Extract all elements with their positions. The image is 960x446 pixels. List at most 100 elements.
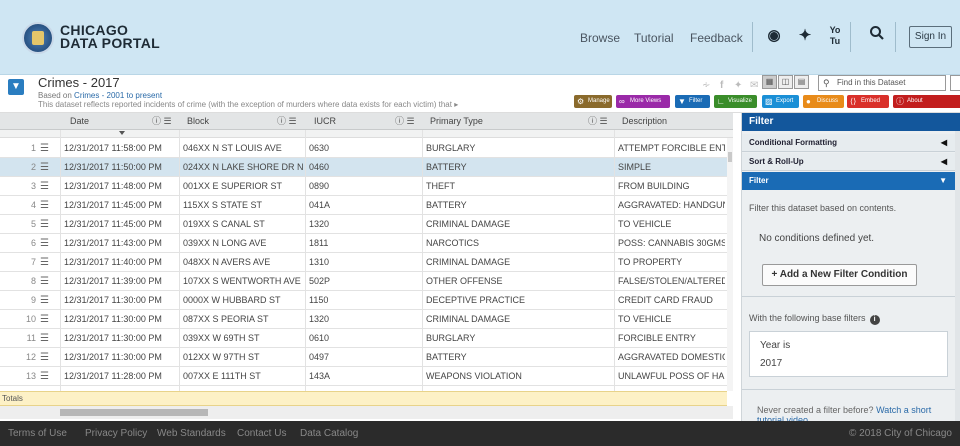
cell-desc[interactable]: CREDIT CARD FRAUD [618, 291, 725, 310]
city-seal-logo[interactable] [22, 22, 54, 54]
row-menu-icon[interactable]: ☰ [40, 196, 49, 215]
cell-type[interactable]: WEAPONS VIOLATION [426, 367, 611, 386]
cell-desc[interactable]: TO VEHICLE [618, 215, 725, 234]
cell-iucr[interactable]: 502P [309, 272, 419, 291]
cell-desc[interactable]: ATTEMPT FORCIBLE ENTRY [618, 139, 725, 158]
about-button[interactable]: ⓘ About [893, 95, 960, 108]
cell-desc[interactable]: AGGRAVATED DOMESTIC BATTERY [618, 348, 725, 367]
add-filter-condition-button[interactable]: + Add a New Filter Condition [762, 264, 917, 286]
cell-block[interactable]: 039XX W 69TH ST [183, 329, 303, 348]
cell-block[interactable]: 046XX N ST LOUIS AVE [183, 139, 303, 158]
manage-button[interactable]: ⚙ Manage [574, 95, 612, 108]
row-menu-icon[interactable]: ☰ [40, 215, 49, 234]
cell-date[interactable]: 12/31/2017 11:45:00 PM [64, 215, 176, 234]
cell-desc[interactable]: UNLAWFUL POSS OF HANDGUN [618, 367, 725, 386]
cell-block[interactable]: 039XX N LONG AVE [183, 234, 303, 253]
table-row[interactable]: 10 ☰ 12/31/2017 11:30:00 PM 087XX S PEORIA … [0, 310, 727, 329]
column-header-date[interactable]: Date [70, 113, 89, 130]
grid-horizontal-scrollbar[interactable] [0, 406, 733, 419]
split-view-icon[interactable]: ◫ [778, 75, 793, 89]
table-row[interactable]: 9 ☰ 12/31/2017 11:30:00 PM 0000X W HUBBARD … [0, 291, 727, 310]
cell-date[interactable]: 12/31/2017 11:48:00 PM [64, 177, 176, 196]
cell-desc[interactable]: SIMPLE [618, 158, 725, 177]
accordion-filter[interactable]: Filter ▼ [742, 172, 955, 190]
table-row[interactable]: 4 ☰ 12/31/2017 11:45:00 PM 115XX S STATE ST… [0, 196, 727, 215]
cell-iucr[interactable]: 1811 [309, 234, 419, 253]
row-menu-icon[interactable]: ☰ [40, 234, 49, 253]
grid-hscroll-thumb[interactable] [60, 409, 208, 416]
cell-date[interactable]: 12/31/2017 11:39:00 PM [64, 272, 176, 291]
cell-iucr[interactable]: 0610 [309, 329, 419, 348]
cell-iucr[interactable]: 041A [309, 196, 419, 215]
panel-scrollbar[interactable] [955, 131, 960, 421]
sign-in-button[interactable]: Sign In [909, 26, 952, 48]
cell-block[interactable]: 001XX E SUPERIOR ST [183, 177, 303, 196]
cell-iucr[interactable]: 0890 [309, 177, 419, 196]
cell-block[interactable]: 024XX N LAKE SHORE DR NB [183, 158, 303, 177]
filter-icon[interactable]: ▼ [8, 79, 24, 95]
cell-date[interactable]: 12/31/2017 11:30:00 PM [64, 348, 176, 367]
nav-feedback[interactable]: Feedback [690, 31, 743, 45]
cell-block[interactable]: 107XX S WENTWORTH AVE [183, 272, 303, 291]
cell-iucr[interactable]: 143A [309, 367, 419, 386]
row-menu-icon[interactable]: ☰ [40, 310, 49, 329]
sort-desc-icon[interactable] [119, 131, 125, 135]
cell-type[interactable]: BURGLARY [426, 139, 611, 158]
cell-block[interactable]: 087XX S PEORIA ST [183, 310, 303, 329]
cell-block[interactable]: 115XX S STATE ST [183, 196, 303, 215]
cell-type[interactable]: BATTERY [426, 196, 611, 215]
row-menu-icon[interactable]: ☰ [40, 329, 49, 348]
grid-vertical-scrollbar[interactable] [727, 138, 733, 391]
column-header-description[interactable]: Description [622, 113, 667, 130]
cell-block[interactable]: 012XX W 97TH ST [183, 348, 303, 367]
visualize-button[interactable]: ∟ Visualize [714, 95, 757, 108]
more-views-button[interactable]: ∞ More Views [616, 95, 670, 108]
column-header-iucr[interactable]: IUCR [314, 113, 336, 130]
row-menu-icon[interactable]: ☰ [40, 291, 49, 310]
table-row[interactable]: 5 ☰ 12/31/2017 11:45:00 PM 019XX S CANAL ST… [0, 215, 727, 234]
table-row[interactable]: 12 ☰ 12/31/2017 11:30:00 PM 012XX W 97TH ST… [0, 348, 727, 367]
cell-type[interactable]: BATTERY [426, 348, 611, 367]
cell-iucr[interactable]: 0460 [309, 158, 419, 177]
footer-link-contact[interactable]: Contact Us [237, 421, 286, 446]
cell-desc[interactable]: TO PROPERTY [618, 253, 725, 272]
cell-date[interactable]: 12/31/2017 11:43:00 PM [64, 234, 176, 253]
email-icon[interactable]: ✉ [750, 80, 758, 91]
row-menu-icon[interactable]: ☰ [40, 177, 49, 196]
page-view-icon[interactable]: ▤ [794, 75, 809, 89]
accordion-sort-rollup[interactable]: Sort & Roll-Up ◀ [742, 153, 955, 171]
export-button[interactable]: ▨ Export [762, 95, 799, 108]
footer-link-web-standards[interactable]: Web Standards [157, 421, 226, 446]
cell-type[interactable]: OTHER OFFENSE [426, 272, 611, 291]
row-menu-icon[interactable]: ☰ [40, 272, 49, 291]
facebook-icon[interactable]: f [720, 80, 723, 91]
nav-browse[interactable]: Browse [580, 31, 620, 45]
cell-desc[interactable]: AGGRAVATED: HANDGUN [618, 196, 725, 215]
row-menu-icon[interactable]: ☰ [40, 139, 49, 158]
cell-type[interactable]: CRIMINAL DAMAGE [426, 310, 611, 329]
cell-type[interactable]: DECEPTIVE PRACTICE [426, 291, 611, 310]
column-info-icon[interactable]: ⓘ ☰ [277, 113, 297, 130]
row-menu-icon[interactable]: ☰ [40, 253, 49, 272]
embed-button[interactable]: ⟨⟩ Embed [847, 95, 889, 108]
cell-type[interactable]: BATTERY [426, 158, 611, 177]
cell-type[interactable]: NARCOTICS [426, 234, 611, 253]
cell-iucr[interactable]: 1150 [309, 291, 419, 310]
twitter-icon[interactable]: ✦ [794, 25, 816, 47]
find-in-dataset-input[interactable]: ⚲ Find in this Dataset [818, 75, 946, 91]
cell-date[interactable]: 12/31/2017 11:30:00 PM [64, 310, 176, 329]
cell-iucr[interactable]: 0630 [309, 139, 419, 158]
cell-desc[interactable]: FORCIBLE ENTRY [618, 329, 725, 348]
cell-iucr[interactable]: 1320 [309, 215, 419, 234]
cell-block[interactable]: 0000X W HUBBARD ST [183, 291, 303, 310]
cell-date[interactable]: 12/31/2017 11:30:00 PM [64, 291, 176, 310]
footer-link-data-catalog[interactable]: Data Catalog [300, 421, 358, 446]
cell-type[interactable]: THEFT [426, 177, 611, 196]
cell-desc[interactable]: POSS: CANNABIS 30GMS OR LESS [618, 234, 725, 253]
find-options-button[interactable] [950, 75, 960, 91]
grid-view-icon[interactable]: ▦ [762, 75, 777, 89]
table-row[interactable]: 1 ☰ 12/31/2017 11:58:00 PM 046XX N ST LOUIS… [0, 139, 727, 158]
cell-desc[interactable]: TO VEHICLE [618, 310, 725, 329]
nav-tutorial[interactable]: Tutorial [634, 31, 674, 45]
cell-block[interactable]: 007XX E 111TH ST [183, 367, 303, 386]
